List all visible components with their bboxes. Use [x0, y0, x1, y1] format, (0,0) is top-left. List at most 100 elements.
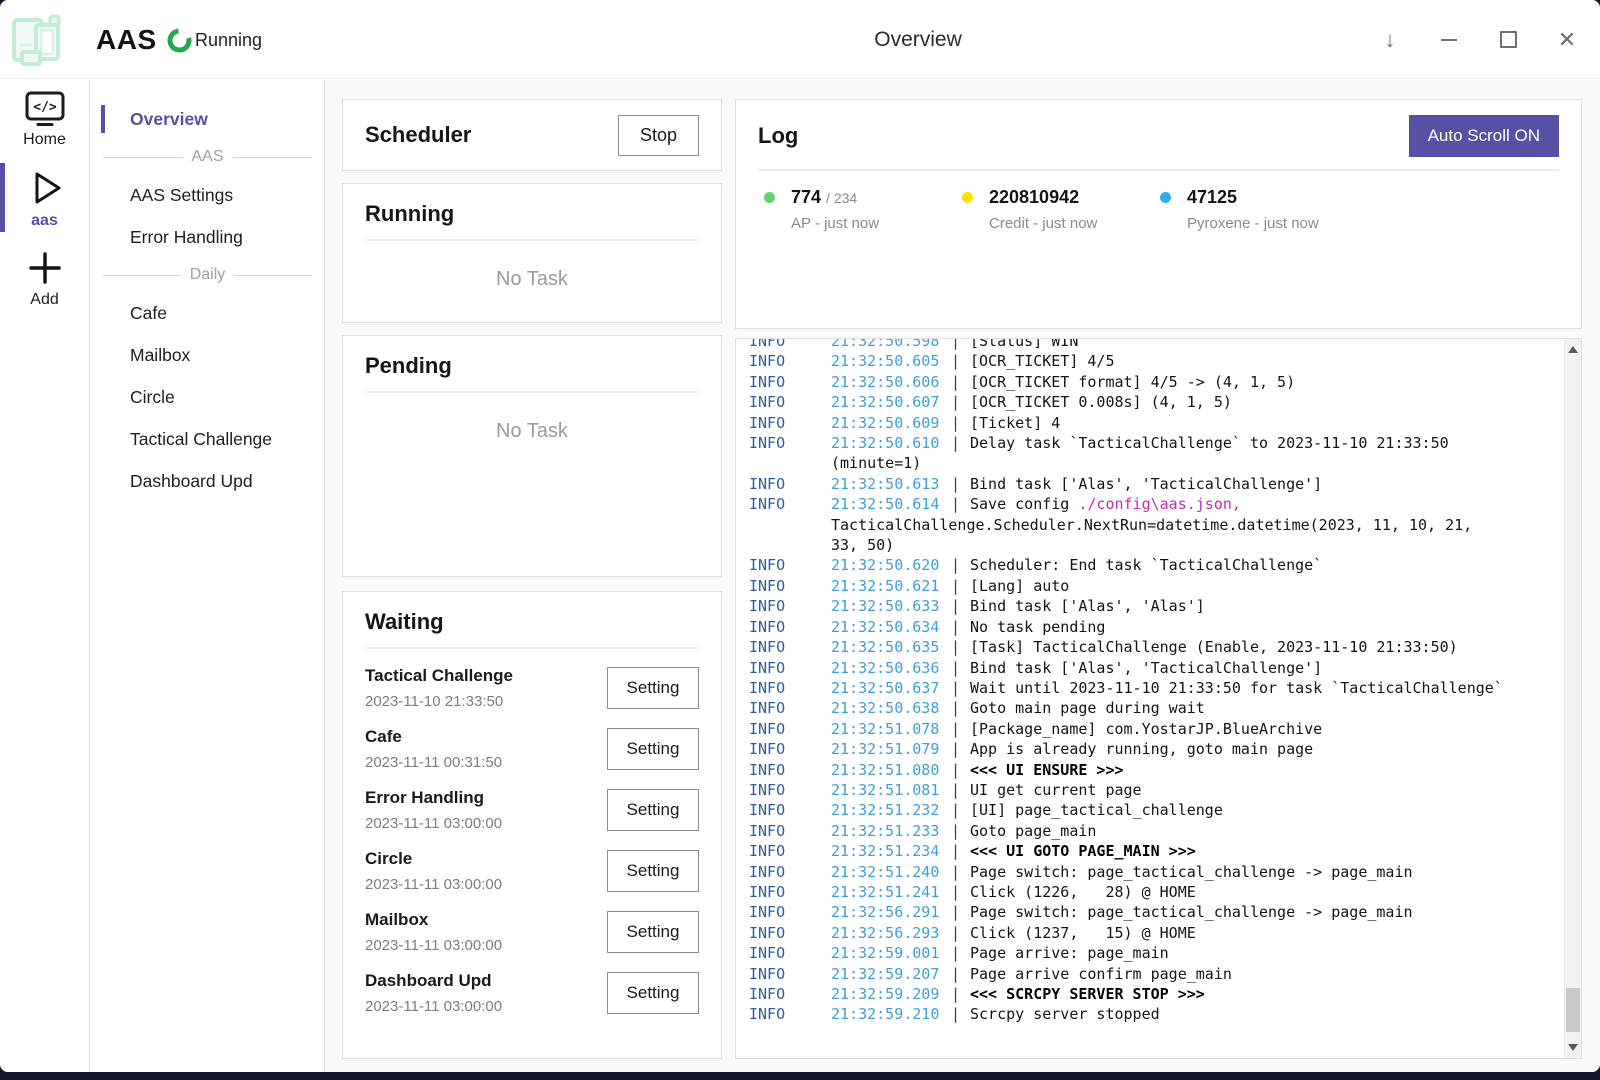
log-level: INFO [749, 576, 831, 596]
stat-value-row: 774/ 234 [764, 187, 962, 208]
waiting-task-info: Circle2023-11-11 03:00:00 [365, 849, 502, 893]
scroll-up-arrow-icon[interactable] [1568, 346, 1578, 353]
log-message-segment: Page switch: page_tactical_challenge -> … [970, 863, 1413, 881]
log-message: Wait until 2023-11-10 21:33:50 for task … [970, 678, 1503, 698]
log-level: INFO [749, 698, 831, 718]
log-message-segment: Delay task `TacticalChallenge` to 2023-1… [970, 434, 1449, 452]
app-logo-icon [10, 12, 66, 68]
log-line: INFO21:32:51.234|<<< UI GOTO PAGE_MAIN >… [749, 841, 1561, 861]
log-message-segment: Page arrive confirm page_main [970, 965, 1232, 983]
sidebar-item-cafe[interactable]: Cafe [91, 292, 324, 334]
divider-line [103, 157, 183, 158]
log-timestamp: 21:32:50.638 [831, 698, 951, 718]
log-scrollbar[interactable] [1564, 339, 1581, 1058]
log-level: INFO [749, 821, 831, 841]
log-line: INFO21:32:51.079|App is already running,… [749, 739, 1561, 759]
minimize-button[interactable] [1436, 27, 1462, 53]
download-update-button[interactable]: ↓ [1377, 27, 1403, 53]
log-lines: INFO21:32:50.598|[Status] WININFO21:32:5… [736, 338, 1581, 1025]
rail-item-home[interactable]: </> Home [0, 80, 89, 157]
log-timestamp: 21:32:50.598 [831, 338, 951, 351]
setting-button-tactical-challenge[interactable]: Setting [607, 667, 699, 709]
log-message: [UI] page_tactical_challenge [970, 800, 1223, 820]
pending-title: Pending [365, 353, 699, 379]
log-line: INFO21:32:59.209|<<< SCRCPY SERVER STOP … [749, 984, 1561, 1004]
log-level: INFO [749, 433, 831, 453]
log-message: [Task] TacticalChallenge (Enable, 2023-1… [970, 637, 1458, 657]
auto-scroll-button[interactable]: Auto Scroll ON [1409, 115, 1559, 157]
rail-item-add[interactable]: Add [0, 238, 89, 317]
setting-button-mailbox[interactable]: Setting [607, 911, 699, 953]
plus-icon [25, 248, 65, 288]
divider [365, 239, 699, 241]
sidebar-item-dashboard-upd[interactable]: Dashboard Upd [91, 460, 324, 502]
log-separator: | [951, 555, 970, 575]
sidebar-item-overview[interactable]: Overview [91, 98, 324, 140]
log-timestamp: 21:32:59.210 [831, 1004, 951, 1024]
log-separator: | [951, 392, 970, 412]
log-level: INFO [749, 555, 831, 575]
sidebar-item-error-handling[interactable]: Error Handling [91, 216, 324, 258]
scrollbar-thumb[interactable] [1566, 988, 1580, 1032]
log-line: INFO21:32:59.207|Page arrive confirm pag… [749, 964, 1561, 984]
log-separator: | [951, 1004, 970, 1024]
log-level: INFO [749, 338, 831, 351]
log-separator: | [951, 719, 970, 739]
setting-button-error-handling[interactable]: Setting [607, 789, 699, 831]
log-line: INFO21:32:50.636|Bind task ['Alas', 'Tac… [749, 658, 1561, 678]
setting-button-dashboard-upd[interactable]: Setting [607, 972, 699, 1014]
log-line: INFO21:32:51.241|Click (1226, 28) @ HOME [749, 882, 1561, 902]
waiting-task-next-run: 2023-11-11 03:00:00 [365, 937, 502, 954]
stop-button[interactable]: Stop [618, 115, 699, 156]
scroll-down-arrow-icon[interactable] [1568, 1044, 1578, 1051]
log-line: INFO21:32:59.001|Page arrive: page_main [749, 943, 1561, 963]
sidebar-item-circle[interactable]: Circle [91, 376, 324, 418]
maximize-button[interactable] [1495, 27, 1521, 53]
log-message-segment: Scrcpy server stopped [970, 1005, 1160, 1023]
log-separator: | [951, 698, 970, 718]
active-indicator [101, 105, 105, 133]
close-button[interactable]: ✕ [1554, 27, 1580, 53]
sidebar-section-label: Daily [190, 266, 226, 284]
log-message: Goto main page during wait [970, 698, 1205, 718]
log-level: INFO [749, 658, 831, 678]
setting-button-cafe[interactable]: Setting [607, 728, 699, 770]
sidebar-item-aas-settings[interactable]: AAS Settings [91, 174, 324, 216]
log-timestamp: 21:32:50.636 [831, 658, 951, 678]
sidebar-item-label: AAS Settings [130, 185, 233, 206]
log-timestamp: 21:32:51.078 [831, 719, 951, 739]
log-message: [Status] WIN [970, 338, 1078, 351]
setting-button-circle[interactable]: Setting [607, 850, 699, 892]
log-message: Click (1226, 28) @ HOME [970, 882, 1196, 902]
rail-item-aas[interactable]: aas [0, 157, 89, 238]
log-message: 33, 50) [831, 535, 894, 555]
log-separator: | [951, 338, 970, 351]
log-level: INFO [749, 1004, 831, 1024]
log-separator: | [951, 433, 970, 453]
stat-value-row: 220810942 [962, 187, 1160, 208]
waiting-task-next-run: 2023-11-11 03:00:00 [365, 815, 502, 832]
log-message-segment: Goto main page during wait [970, 699, 1205, 717]
log-timestamp: 21:32:50.605 [831, 351, 951, 371]
log-message-segment: [OCR_TICKET] 4/5 [970, 352, 1115, 370]
log-line: INFO21:32:50.638|Goto main page during w… [749, 698, 1561, 718]
sidebar-item-mailbox[interactable]: Mailbox [91, 334, 324, 376]
log-line: INFO21:32:51.240|Page switch: page_tacti… [749, 862, 1561, 882]
log-separator: | [951, 760, 970, 780]
log-message-segment: Goto page_main [970, 822, 1096, 840]
waiting-task-info: Tactical Challenge2023-11-10 21:33:50 [365, 666, 513, 710]
divider-line [233, 157, 313, 158]
log-line-continuation: (minute=1) [749, 453, 1561, 473]
log-timestamp: 21:32:51.240 [831, 862, 951, 882]
stat-dot-icon [962, 192, 973, 203]
log-message: Goto page_main [970, 821, 1096, 841]
app-logo-svg [10, 12, 66, 68]
log-timestamp: 21:32:50.607 [831, 392, 951, 412]
log-line: INFO21:32:50.598|[Status] WIN [749, 338, 1561, 351]
log-level: INFO [749, 719, 831, 739]
scheduler-panel: Scheduler Stop [342, 99, 722, 171]
sidebar-item-tactical-challenge[interactable]: Tactical Challenge [91, 418, 324, 460]
scheduler-title: Scheduler [365, 122, 471, 148]
log-timestamp: 21:32:56.291 [831, 902, 951, 922]
log-level: INFO [749, 780, 831, 800]
